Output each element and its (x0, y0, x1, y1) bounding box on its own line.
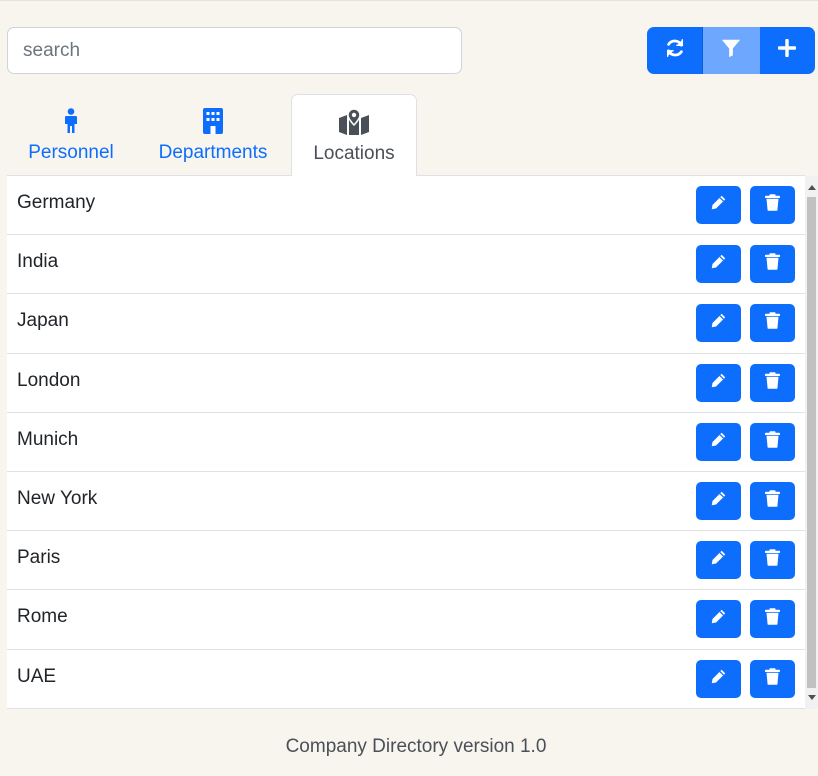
trash-icon (765, 312, 780, 334)
footer-version-text: Company Directory version 1.0 (285, 736, 547, 757)
trash-icon (765, 608, 780, 630)
delete-button[interactable] (750, 363, 795, 402)
trash-icon (765, 253, 780, 275)
trash-icon (765, 194, 780, 216)
pencil-icon (710, 194, 727, 216)
locations-table: Germany India Japan London Munich New York Par… (7, 176, 805, 709)
tab-bar: Personnel Departments Locations (7, 94, 805, 177)
pencil-icon (710, 372, 727, 394)
tab-locations[interactable]: Locations (291, 94, 417, 177)
table-row: Germany (7, 176, 805, 236)
delete-button[interactable] (750, 541, 795, 580)
location-name: London (17, 369, 81, 391)
trash-icon (765, 431, 780, 453)
location-name: India (17, 251, 59, 273)
pencil-icon (710, 490, 727, 512)
delete-button[interactable] (750, 600, 795, 639)
edit-button[interactable] (696, 541, 741, 580)
location-name: Paris (17, 547, 61, 569)
edit-button[interactable] (696, 245, 741, 284)
tab-departments-label: Departments (158, 142, 268, 163)
map-location-icon (339, 108, 369, 136)
pencil-icon (710, 549, 727, 571)
edit-button[interactable] (696, 600, 741, 639)
filter-icon (720, 37, 742, 64)
refresh-icon (664, 37, 686, 64)
trash-icon (765, 667, 780, 690)
edit-button[interactable] (696, 304, 741, 343)
filter-button[interactable] (702, 27, 759, 74)
trash-icon (765, 490, 780, 512)
search-input[interactable] (7, 27, 462, 74)
location-name: Germany (17, 192, 96, 213)
pencil-icon (710, 253, 727, 275)
table-row: Japan (7, 294, 805, 354)
person-icon (63, 107, 79, 135)
table-row: Rome (7, 590, 805, 650)
location-name: UAE (17, 665, 57, 687)
toolbar-button-group (647, 27, 815, 74)
location-name: Munich (17, 428, 79, 450)
trash-icon (765, 371, 780, 394)
scrollbar-thumb[interactable] (807, 197, 816, 688)
pencil-icon (710, 312, 727, 334)
location-name: New York (17, 487, 98, 509)
tab-departments[interactable]: Departments (143, 94, 283, 176)
tab-personnel-label: Personnel (28, 142, 114, 163)
trash-icon (765, 549, 780, 571)
delete-button[interactable] (750, 422, 795, 461)
scroll-up-arrow-icon[interactable] (808, 185, 816, 190)
tab-personnel[interactable]: Personnel (7, 94, 135, 176)
table-row: New York (7, 472, 805, 532)
tab-locations-label: Locations (313, 143, 395, 164)
pencil-icon (710, 608, 727, 630)
edit-button[interactable] (696, 659, 741, 698)
edit-button[interactable] (696, 363, 741, 402)
refresh-button[interactable] (647, 27, 703, 74)
pencil-icon (710, 668, 727, 690)
table-row: London (7, 354, 805, 413)
delete-button[interactable] (750, 481, 795, 520)
scroll-down-arrow-icon[interactable] (808, 695, 816, 700)
delete-button[interactable] (750, 304, 795, 343)
pencil-icon (710, 431, 727, 453)
company-directory-page: Personnel Departments (0, 0, 818, 776)
edit-button[interactable] (696, 422, 741, 461)
edit-button[interactable] (696, 186, 741, 224)
plus-icon (777, 38, 797, 63)
location-name: Japan (17, 310, 69, 332)
delete-button[interactable] (750, 245, 795, 284)
delete-button[interactable] (750, 659, 795, 698)
delete-button[interactable] (750, 186, 795, 224)
edit-button[interactable] (696, 481, 741, 520)
table-row: UAE (7, 650, 805, 709)
table-row: Paris (7, 531, 805, 591)
location-name: Rome (17, 606, 68, 628)
add-button[interactable] (758, 27, 815, 74)
table-row: India (7, 235, 805, 295)
building-icon (203, 107, 223, 135)
table-row: Munich (7, 413, 805, 472)
scrollbar[interactable] (805, 176, 818, 709)
